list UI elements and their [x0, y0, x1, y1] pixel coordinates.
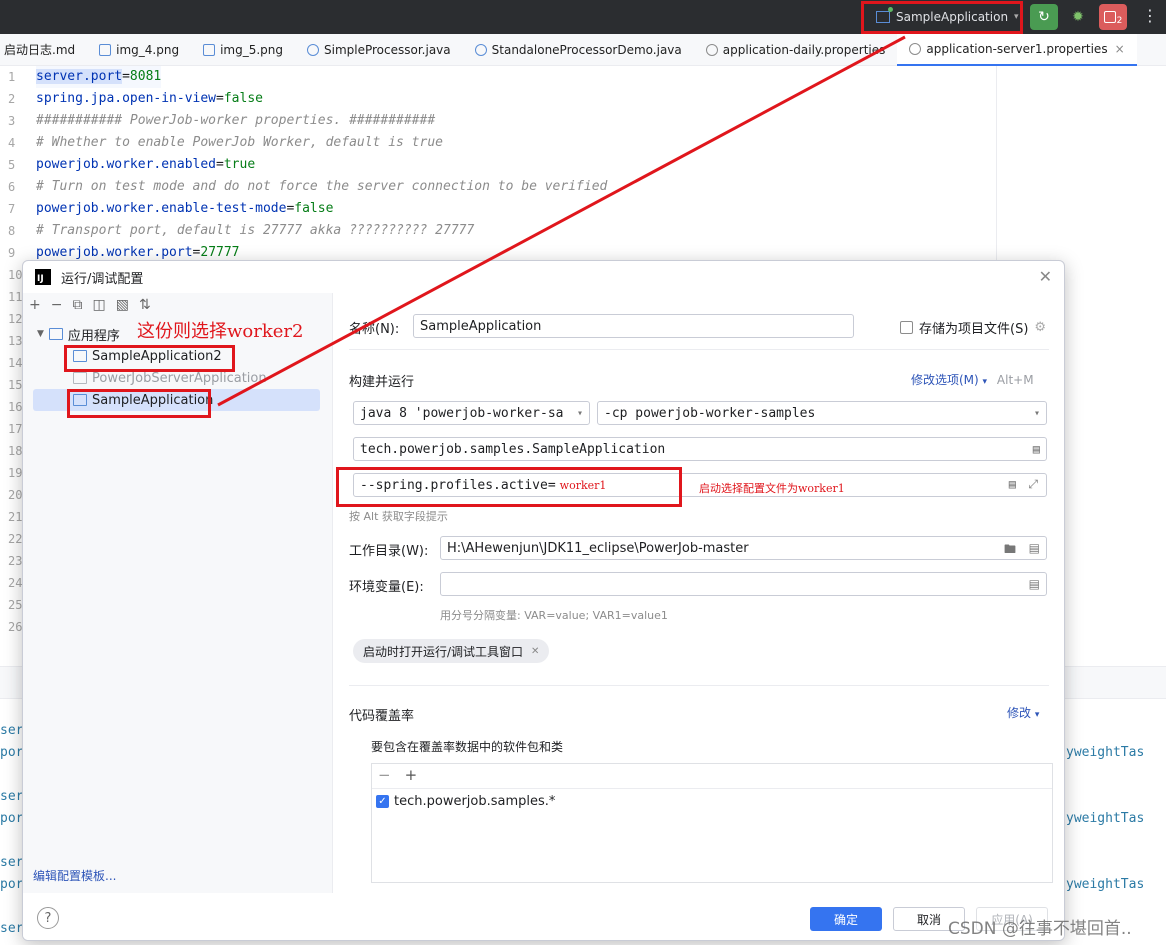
annotation-arrow-layer	[217, 35, 906, 407]
watermark: CSDN @往事不堪回首..	[948, 919, 1132, 939]
annotation-pick-worker2: 这份则选择worker2	[137, 321, 304, 342]
annotation-pick-worker1: 启动选择配置文件为worker1	[699, 482, 845, 495]
annotation-arrow-line	[217, 35, 906, 407]
ide-window: SampleApplication ▾ ↻ ✹ 2 ⋮ 启动日志.md img_4…	[0, 0, 1166, 945]
